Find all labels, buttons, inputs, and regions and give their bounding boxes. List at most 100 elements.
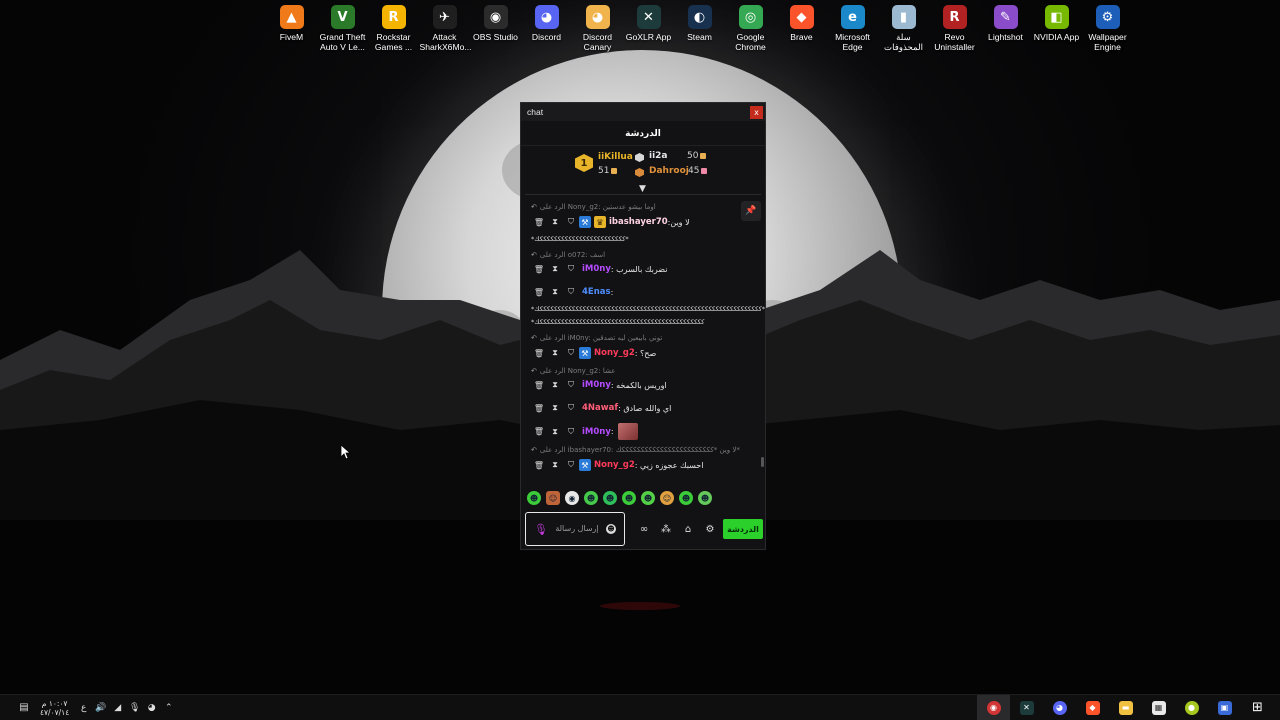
delete-icon[interactable]: 🗑: [531, 461, 547, 470]
close-button[interactable]: x: [750, 105, 763, 119]
message-list[interactable]: 📌 ↶ الرد على Nony_g2: اوما بيشو عدستين 🗑 …: [521, 195, 765, 481]
volume-icon[interactable]: 🔊: [92, 703, 109, 713]
discord-tray-icon[interactable]: ◕: [143, 703, 160, 713]
delete-icon[interactable]: 🗑: [531, 218, 547, 227]
timeout-icon[interactable]: ⧗: [547, 460, 563, 470]
scrollbar-thumb[interactable]: [761, 457, 764, 467]
desktop-icon[interactable]: R Rockstar Games ...: [368, 2, 419, 52]
frog-sticker-icon[interactable]: ☻: [622, 491, 636, 505]
desktop-icon[interactable]: ✈ Attack SharkX6Mo...: [419, 2, 472, 52]
delete-icon[interactable]: 🗑: [531, 265, 547, 274]
chat-app-icon: ◉: [986, 700, 1001, 715]
delete-icon[interactable]: 🗑: [531, 381, 547, 390]
delete-icon[interactable]: 🗑: [531, 288, 547, 297]
panda-sticker-icon[interactable]: ◉: [565, 491, 579, 505]
frog-sticker-icon[interactable]: ☻: [698, 491, 712, 505]
shield-icon[interactable]: ⛉: [563, 348, 579, 358]
username[interactable]: iM0ny: [582, 264, 611, 274]
shield-icon[interactable]: ⛉: [563, 403, 579, 413]
desktop-icon[interactable]: ◕ Discord Canary: [572, 2, 623, 52]
timeout-icon[interactable]: ⧗: [547, 287, 563, 297]
desktop-icon[interactable]: e Microsoft Edge: [827, 2, 878, 52]
chevron-up-icon[interactable]: ⌃: [160, 703, 177, 713]
desktop-icon[interactable]: ◆ Brave: [776, 2, 827, 52]
taskbar-app-chat[interactable]: ◉: [977, 694, 1010, 720]
clock[interactable]: ١٠:٠٧ م ٤٧/٠٧/١٤: [40, 699, 69, 717]
desktop-icon[interactable]: ▮ سلة المحذوفات: [878, 2, 929, 52]
desktop-icon[interactable]: ◎ Google Chrome: [725, 2, 776, 52]
delete-icon[interactable]: 🗑: [531, 349, 547, 358]
timeout-icon[interactable]: ⧗: [547, 217, 563, 227]
infinity-icon[interactable]: ∞: [633, 524, 655, 535]
frog-sticker-icon[interactable]: ☻: [603, 491, 617, 505]
language-indicator[interactable]: ع: [75, 703, 92, 713]
microphone-icon[interactable]: 🎙: [534, 523, 548, 536]
reply-reference[interactable]: ↶ الرد على iM0ny: توني بابيعين ليه تصدقين: [531, 334, 662, 342]
desktop-icon[interactable]: R Revo Uninstaller: [929, 2, 980, 52]
username[interactable]: 4Enas: [582, 287, 611, 297]
username[interactable]: ibashayer70: [609, 217, 668, 227]
leader-third-name[interactable]: Dahrooj: [649, 166, 689, 176]
desktop-icon[interactable]: ✎ Lightshot: [980, 2, 1031, 52]
desktop-icon[interactable]: ◉ OBS Studio: [470, 2, 521, 52]
store-icon[interactable]: ⌂: [677, 524, 699, 535]
desktop-icon[interactable]: V Grand Theft Auto V Le...: [317, 2, 368, 52]
shield-icon[interactable]: ⛉: [563, 264, 579, 274]
taskbar-app-brave[interactable]: ◆: [1076, 695, 1109, 720]
taskbar-app-tennis[interactable]: ●: [1175, 695, 1208, 720]
taskbar-app-settings[interactable]: ▣: [1208, 695, 1241, 720]
taskbar-app-store[interactable]: ▦: [1142, 695, 1175, 720]
username[interactable]: iM0ny: [582, 380, 611, 390]
bear-sticker-icon[interactable]: ☺: [660, 491, 674, 505]
desktop-icon[interactable]: ✕ GoXLR App: [623, 2, 674, 52]
image-attachment[interactable]: [617, 423, 638, 440]
message-input[interactable]: 🎙 إرسال رسالة ☻: [525, 512, 625, 546]
frog-laugh-sticker-icon[interactable]: ☻: [584, 491, 598, 505]
timeout-icon[interactable]: ⧗: [547, 403, 563, 413]
gear-icon[interactable]: ⚙: [699, 524, 721, 535]
leader-second-name[interactable]: ii2a: [649, 151, 668, 161]
collapse-arrow-icon[interactable]: ▼: [639, 184, 646, 194]
delete-icon[interactable]: 🗑: [531, 404, 547, 413]
shield-icon[interactable]: ⛉: [563, 427, 579, 437]
desktop-icon[interactable]: ◐ Steam: [674, 2, 725, 52]
desktop-icon[interactable]: ◧ NVIDIA App: [1031, 2, 1082, 52]
username[interactable]: Nony_g2: [594, 460, 635, 470]
username[interactable]: iM0ny: [582, 427, 611, 437]
face-sticker-icon[interactable]: ☺: [546, 491, 560, 505]
desktop-icon[interactable]: ◕ Discord: [521, 2, 572, 52]
timeout-icon[interactable]: ⧗: [547, 348, 563, 358]
shield-icon[interactable]: ⛉: [563, 287, 579, 297]
timeout-icon[interactable]: ⧗: [547, 264, 563, 274]
timeout-icon[interactable]: ⧗: [547, 427, 563, 437]
desktop-icon[interactable]: ⚙ Wallpaper Engine: [1082, 2, 1133, 52]
points-icon[interactable]: ⁂: [655, 524, 677, 535]
taskbar-app-goxlr[interactable]: ✕: [1010, 695, 1043, 720]
start-button[interactable]: ⊞: [1241, 695, 1274, 720]
reply-reference[interactable]: ↶ الرد على Nony_g2: عشا: [531, 367, 615, 375]
taskbar-app-explorer[interactable]: ▬: [1109, 695, 1142, 720]
username[interactable]: 4Nawaf: [582, 403, 618, 413]
username[interactable]: Nony_g2: [594, 348, 635, 358]
chat-tab-button[interactable]: الدردشة: [723, 519, 763, 539]
delete-icon[interactable]: 🗑: [531, 427, 547, 436]
timeout-icon[interactable]: ⧗: [547, 380, 563, 390]
leader-first-name[interactable]: iiKillua: [598, 152, 633, 162]
microphone-tray-icon[interactable]: 🎙: [126, 703, 143, 713]
pin-icon[interactable]: 📌: [741, 201, 761, 221]
reply-reference[interactable]: ↶ الرد على Nony_g2: اوما بيشو عدستين: [531, 203, 656, 211]
shield-icon[interactable]: ⛉: [563, 217, 579, 227]
frog-sticker-icon[interactable]: ☻: [527, 491, 541, 505]
frog-sticker-icon[interactable]: ☻: [679, 491, 693, 505]
reply-reference[interactable]: ↶ الرد على ibashayer70: لا وين *ككككككككك…: [531, 446, 740, 454]
wifi-icon[interactable]: ◢: [109, 703, 126, 713]
notification-icon[interactable]: ▤: [14, 702, 34, 713]
frog-sticker-icon[interactable]: ☻: [641, 491, 655, 505]
reply-reference[interactable]: ↶ الرد على o072: اسف: [531, 251, 605, 259]
title-bar[interactable]: chat x: [521, 103, 765, 121]
shield-icon[interactable]: ⛉: [563, 460, 579, 470]
desktop-icon[interactable]: ▲ FiveM: [266, 2, 317, 52]
taskbar-app-discord[interactable]: ◕: [1043, 695, 1076, 720]
shield-icon[interactable]: ⛉: [563, 380, 579, 390]
emoji-icon[interactable]: ☻: [606, 524, 616, 534]
